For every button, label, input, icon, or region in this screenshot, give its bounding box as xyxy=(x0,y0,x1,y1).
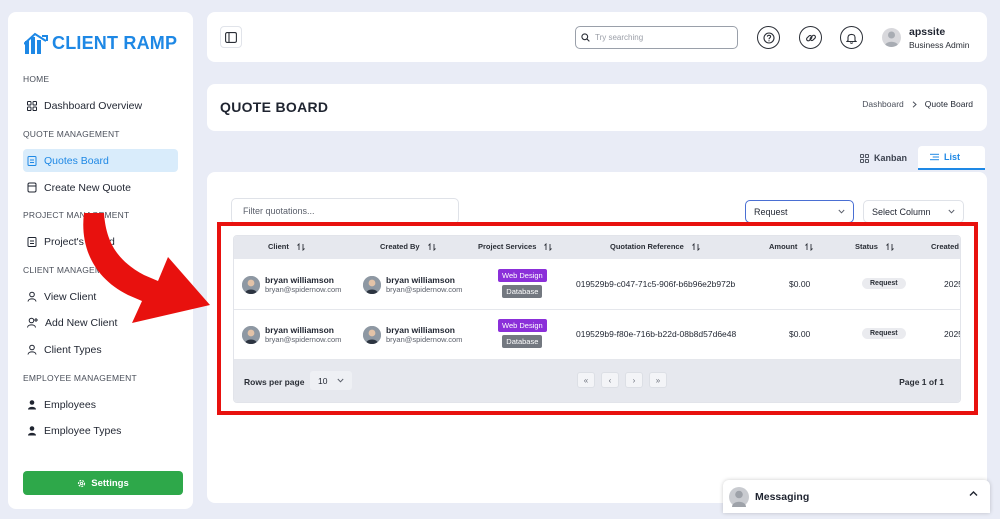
top-header: apssite Business Admin xyxy=(207,12,987,62)
logo[interactable]: CLIENT RAMP xyxy=(24,32,177,54)
annotation-arrow-icon xyxy=(83,213,210,323)
section-quote-management: QUOTE MANAGEMENT xyxy=(23,129,120,139)
gear-icon xyxy=(78,479,86,487)
chevron-up-icon[interactable] xyxy=(969,490,978,497)
user-plus-icon xyxy=(27,317,38,328)
user-icon xyxy=(28,400,36,410)
breadcrumb-quote-board: Quote Board xyxy=(924,99,973,109)
breadcrumb: Dashboard Quote Board xyxy=(862,99,973,109)
messaging-avatar xyxy=(729,486,749,507)
link-button[interactable] xyxy=(799,26,822,49)
user-icon xyxy=(27,344,37,355)
status-filter-value: Request xyxy=(754,206,788,217)
page-title-bar: QUOTE BOARD Dashboard Quote Board xyxy=(207,84,987,131)
sidebar-item-label: Dashboard Overview xyxy=(44,99,143,112)
help-button[interactable] xyxy=(757,26,780,49)
user-icon xyxy=(28,426,36,436)
grid-icon xyxy=(27,100,37,111)
logo-mark-icon xyxy=(24,32,48,54)
sidebar-item-dashboard-overview[interactable]: Dashboard Overview xyxy=(23,94,178,117)
sidebar-item-label: Quotes Board xyxy=(44,154,109,167)
tab-kanban[interactable]: Kanban xyxy=(848,146,919,170)
select-column-dropdown[interactable]: Select Column xyxy=(863,200,964,223)
search-box[interactable] xyxy=(575,26,738,49)
section-employee-management: EMPLOYEE MANAGEMENT xyxy=(23,373,137,383)
logo-text: CLIENT RAMP xyxy=(52,32,178,53)
sidebar-item-employee-types[interactable]: Employee Types xyxy=(23,419,178,442)
messaging-label: Messaging xyxy=(755,490,810,503)
sidebar-item-label: Employees xyxy=(44,398,96,411)
page-title: QUOTE BOARD xyxy=(220,99,329,115)
settings-button-label: Settings xyxy=(91,477,129,489)
clipboard-icon xyxy=(27,156,37,166)
tab-list[interactable]: List xyxy=(918,146,985,170)
user-icon xyxy=(27,291,37,302)
sidebar-item-label: Create New Quote xyxy=(44,181,131,194)
select-column-label: Select Column xyxy=(872,206,931,217)
clipboard-icon xyxy=(27,237,37,247)
help-icon xyxy=(762,31,775,44)
bell-icon xyxy=(846,33,857,44)
tab-list-label: List xyxy=(944,152,961,162)
chevron-down-icon xyxy=(948,209,955,214)
chevron-down-icon xyxy=(838,209,845,214)
list-icon xyxy=(930,153,939,161)
link-icon xyxy=(805,34,816,41)
breadcrumb-dashboard[interactable]: Dashboard xyxy=(862,99,904,109)
sidebar-item-quotes-board[interactable]: Quotes Board xyxy=(23,149,178,172)
search-icon xyxy=(581,33,590,42)
user-name[interactable]: apssite xyxy=(909,26,945,38)
status-filter-select[interactable]: Request xyxy=(745,200,854,223)
sidebar-item-create-new-quote[interactable]: Create New Quote xyxy=(23,176,178,199)
user-avatar[interactable] xyxy=(882,28,901,47)
settings-button[interactable]: Settings xyxy=(23,471,183,495)
tab-kanban-label: Kanban xyxy=(874,153,908,163)
user-avatar-icon xyxy=(884,31,899,47)
chevron-right-icon xyxy=(912,100,917,108)
sidebar-toggle-button[interactable] xyxy=(220,26,242,48)
sidebar-item-label: Employee Types xyxy=(44,424,122,437)
user-role: Business Admin xyxy=(909,40,970,50)
section-home: HOME xyxy=(23,74,50,84)
messaging-panel[interactable]: Messaging xyxy=(723,480,990,513)
filter-quotations-input[interactable] xyxy=(231,198,459,224)
highlight-box xyxy=(217,222,978,415)
grid-icon xyxy=(860,153,869,163)
sidebar-item-employees[interactable]: Employees xyxy=(23,393,178,416)
document-icon xyxy=(27,182,37,193)
panel-icon xyxy=(225,31,237,43)
search-input[interactable] xyxy=(595,33,725,42)
notifications-button[interactable] xyxy=(840,26,863,49)
